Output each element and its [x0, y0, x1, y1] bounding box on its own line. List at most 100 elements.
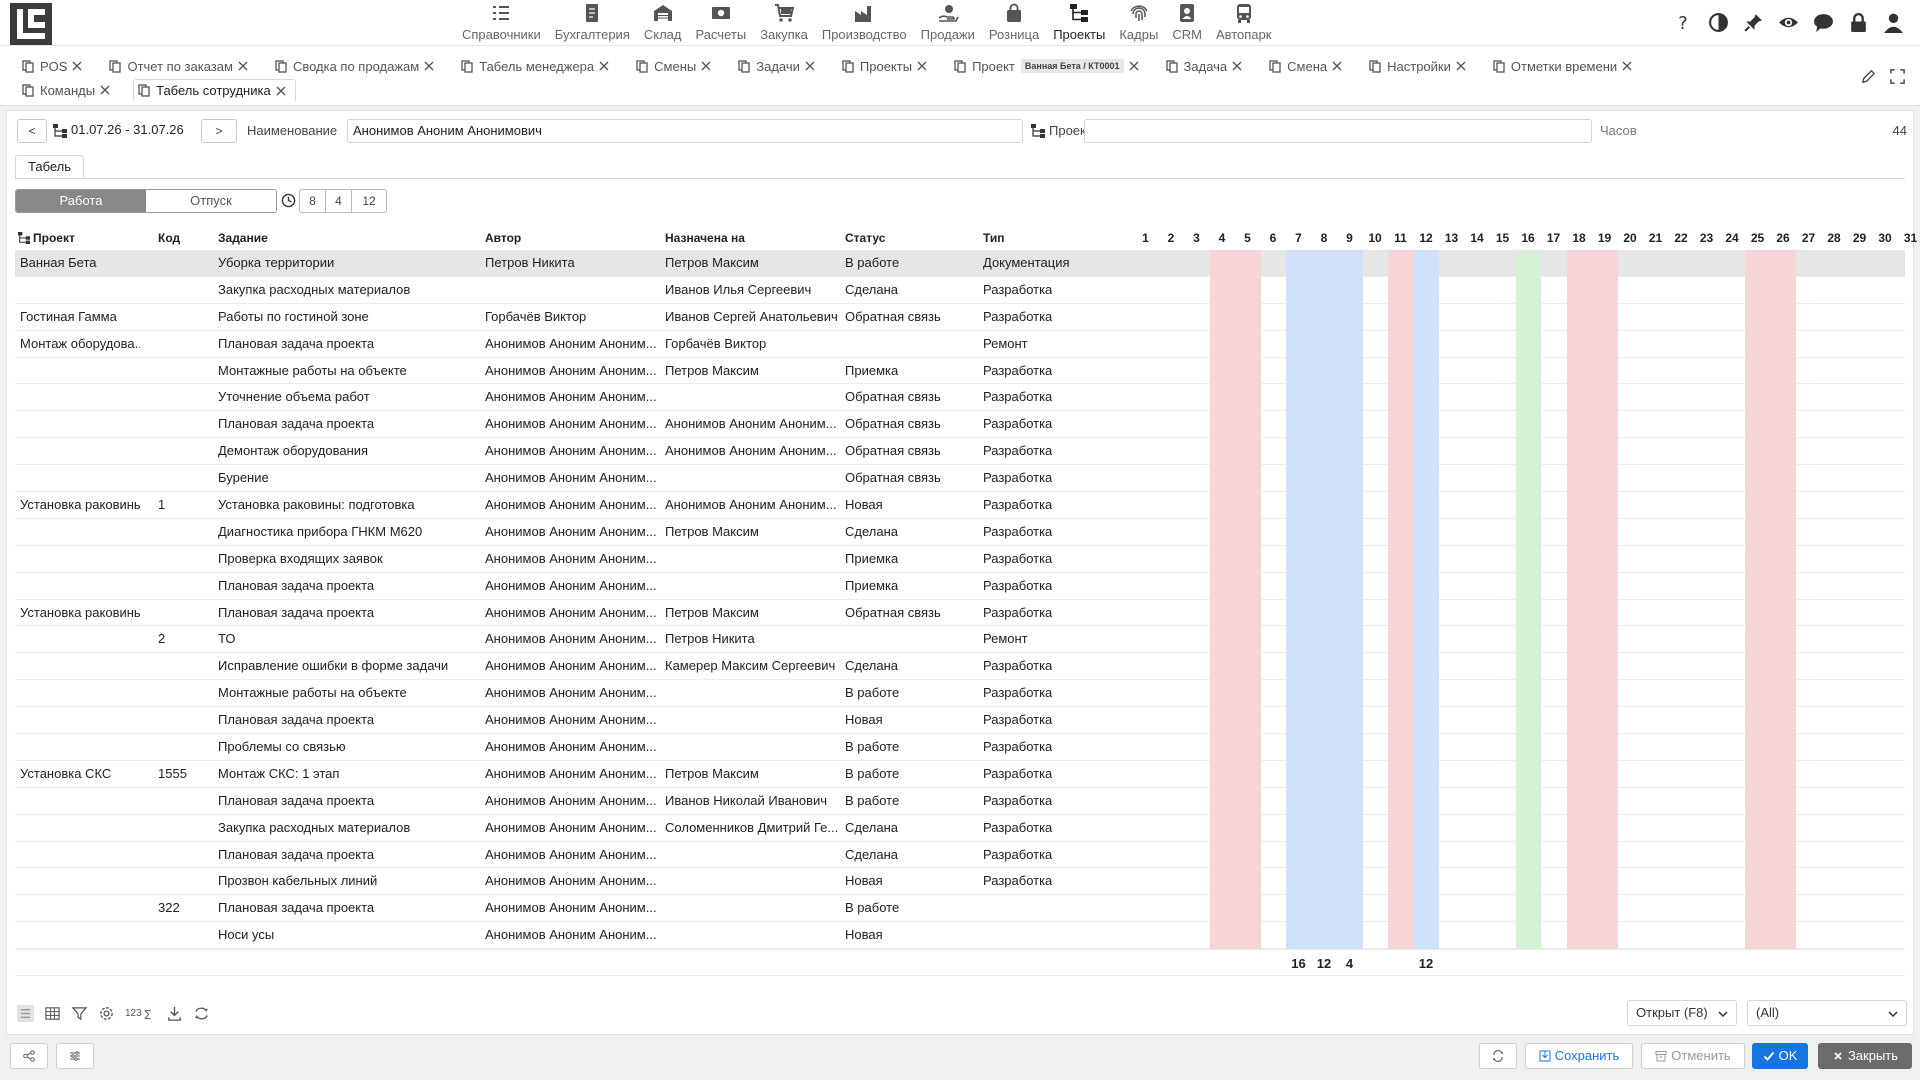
col-assigned[interactable]: Назначена на	[665, 226, 745, 250]
download-icon[interactable]	[166, 1005, 183, 1022]
list-view-icon[interactable]	[17, 1004, 34, 1022]
close-icon[interactable]	[598, 60, 610, 72]
settings-gear-icon[interactable]	[98, 1005, 115, 1022]
tab-tabs_row1-7[interactable]: Проект Ванная Бета / КТ0001	[950, 56, 1147, 77]
table-row[interactable]: Проблемы со связью Анонимов Аноним Аноним…	[15, 734, 1905, 761]
close-icon[interactable]	[71, 60, 83, 72]
table-row[interactable]: Ванная Бета Уборка территории Петров Никит…	[15, 250, 1905, 277]
contrast-icon[interactable]	[1708, 12, 1729, 33]
table-row[interactable]: Установка раковины 1 Установка раковины: п…	[15, 492, 1905, 519]
table-row[interactable]: Установка СКС 1555 Монтаж СКС: 1 этап Анони…	[15, 761, 1905, 788]
close-icon[interactable]	[916, 60, 928, 72]
module-8[interactable]: Проекты	[1046, 0, 1112, 46]
table-row[interactable]: Прозвон кабельных линий Анонимов Аноним А…	[15, 868, 1905, 896]
help-icon[interactable]: ?	[1673, 12, 1694, 33]
hours-preset-8[interactable]: 8	[300, 190, 326, 212]
close-icon[interactable]	[804, 60, 816, 72]
table-row[interactable]: Закупка расходных материалов Иванов Илья …	[15, 277, 1905, 304]
table-row[interactable]: Плановая задача проекта Анонимов Аноним А…	[15, 788, 1905, 815]
col-type[interactable]: Тип	[983, 226, 1005, 250]
col-author[interactable]: Автор	[485, 226, 521, 250]
reload-button[interactable]	[1479, 1043, 1517, 1069]
tab-tabs_row1-1[interactable]: Отчет по заказам	[105, 56, 256, 77]
sum-toggle-label[interactable]: 123	[125, 1008, 142, 1019]
table-row[interactable]: Монтажные работы на объекте Анонимов Анон…	[15, 358, 1905, 385]
table-row[interactable]: Плановая задача проекта Анонимов Аноним А…	[15, 707, 1905, 735]
table-row[interactable]: Демонтаж оборудования Анонимов Аноним Ано…	[15, 438, 1905, 466]
module-10[interactable]: CRM	[1165, 0, 1209, 46]
module-4[interactable]: Закупка	[753, 0, 815, 46]
hours-preset-4[interactable]: 4	[326, 190, 352, 212]
close-icon[interactable]	[1231, 60, 1243, 72]
table-row[interactable]: Плановая задача проекта Анонимов Аноним А…	[15, 573, 1905, 600]
mode-work-button[interactable]: Работа	[16, 190, 146, 212]
all-filter-select[interactable]: (All)	[1747, 1000, 1907, 1026]
period-field[interactable]: 01.07.26 - 31.07.26	[69, 119, 209, 143]
status-filter-select[interactable]: Открыт (F8)	[1627, 1000, 1737, 1026]
pin-icon[interactable]	[1743, 12, 1764, 33]
col-status[interactable]: Статус	[845, 226, 885, 250]
hours-preset-12[interactable]: 12	[352, 190, 386, 212]
table-row[interactable]: Исправление ошибки в форме задачи Анонимо…	[15, 653, 1905, 681]
sigma-icon[interactable]: ∑	[144, 1005, 156, 1022]
col-code[interactable]: Код	[158, 226, 180, 250]
user-icon[interactable]	[1883, 12, 1904, 33]
tab-tabs_row1-3[interactable]: Табель менеджера	[457, 56, 618, 77]
refresh-cycle-icon[interactable]	[193, 1005, 210, 1022]
tab-tabs_row1-11[interactable]: Отметки времени	[1489, 56, 1641, 77]
grid-view-icon[interactable]	[44, 1005, 61, 1022]
tab-tabs_row1-4[interactable]: Смены	[632, 56, 720, 77]
module-0[interactable]: Справочники	[455, 0, 548, 46]
tab-tabs_row1-2[interactable]: Сводка по продажам	[271, 56, 443, 77]
share-button[interactable]	[10, 1043, 48, 1069]
tab-tabs_row1-5[interactable]: Задачи	[734, 56, 824, 77]
tab-tabs_row1-9[interactable]: Смена	[1265, 56, 1351, 77]
tab-tabs_row1-10[interactable]: Настройки	[1365, 56, 1475, 77]
tab-tabs_row2-1[interactable]: Табель сотрудника	[133, 79, 296, 101]
table-row[interactable]: Закупка расходных материалов Анонимов Ано…	[15, 815, 1905, 842]
table-row[interactable]: 2 ТО Анонимов Аноним Аноним... Петров Никит…	[15, 626, 1905, 654]
table-row[interactable]: Монтаж оборудова... Плановая задача проек…	[15, 331, 1905, 358]
tab-tabs_row1-0[interactable]: POS	[18, 56, 91, 77]
close-icon[interactable]	[275, 85, 287, 97]
close-icon[interactable]	[423, 60, 435, 72]
module-5[interactable]: Производство	[815, 0, 914, 46]
module-3[interactable]: Расчеты	[688, 0, 753, 46]
fullscreen-icon[interactable]	[1889, 68, 1906, 85]
table-row[interactable]: Уточнение объема работ Анонимов Аноним Ан…	[15, 384, 1905, 412]
app-logo-icon[interactable]	[10, 3, 52, 45]
module-9[interactable]: Кадры	[1112, 0, 1165, 46]
table-row[interactable]: Диагностика прибора ГНКМ М620 Анонимов Ан…	[15, 519, 1905, 546]
table-row[interactable]: Гостиная Гамма Работы по гостиной зоне Гор…	[15, 304, 1905, 331]
table-row[interactable]: Проверка входящих заявок Анонимов Аноним …	[15, 546, 1905, 573]
project-field[interactable]	[1084, 119, 1592, 143]
mode-vacation-button[interactable]: Отпуск	[146, 190, 276, 212]
close-icon[interactable]	[99, 84, 111, 96]
close-icon[interactable]	[237, 60, 249, 72]
close-icon[interactable]	[1128, 60, 1140, 72]
module-11[interactable]: Автопарк	[1209, 0, 1279, 46]
table-row[interactable]: Плановая задача проекта Анонимов Аноним А…	[15, 842, 1905, 869]
close-icon[interactable]	[1621, 60, 1633, 72]
module-1[interactable]: Бухгалтерия	[548, 0, 637, 46]
table-row[interactable]: Носи усы Анонимов Аноним Аноним... Новая	[15, 922, 1905, 950]
col-project[interactable]: Проект	[33, 226, 75, 250]
close-icon[interactable]	[1455, 60, 1467, 72]
module-2[interactable]: Склад	[637, 0, 689, 46]
prev-period-button[interactable]: <	[17, 119, 47, 143]
lock-icon[interactable]	[1848, 12, 1869, 33]
table-row[interactable]: Установка раковины Плановая задача проект…	[15, 600, 1905, 627]
close-icon[interactable]	[700, 60, 712, 72]
col-task[interactable]: Задание	[218, 226, 268, 250]
close-icon[interactable]	[1331, 60, 1343, 72]
chat-icon[interactable]	[1813, 12, 1834, 33]
table-row[interactable]: Бурение Анонимов Аноним Аноним... Обратная…	[15, 465, 1905, 493]
table-row[interactable]: Монтажные работы на объекте Анонимов Анон…	[15, 680, 1905, 708]
eye-icon[interactable]	[1778, 12, 1799, 33]
sliders-button[interactable]	[56, 1043, 94, 1069]
filter-icon[interactable]	[71, 1005, 88, 1022]
table-row[interactable]: 322 Плановая задача проекта Анонимов Анони…	[15, 895, 1905, 923]
close-button[interactable]: Закрыть	[1818, 1043, 1912, 1069]
tab-tabs_row2-0[interactable]: Команды	[18, 80, 119, 101]
tab-timesheet[interactable]: Табель	[15, 155, 85, 179]
